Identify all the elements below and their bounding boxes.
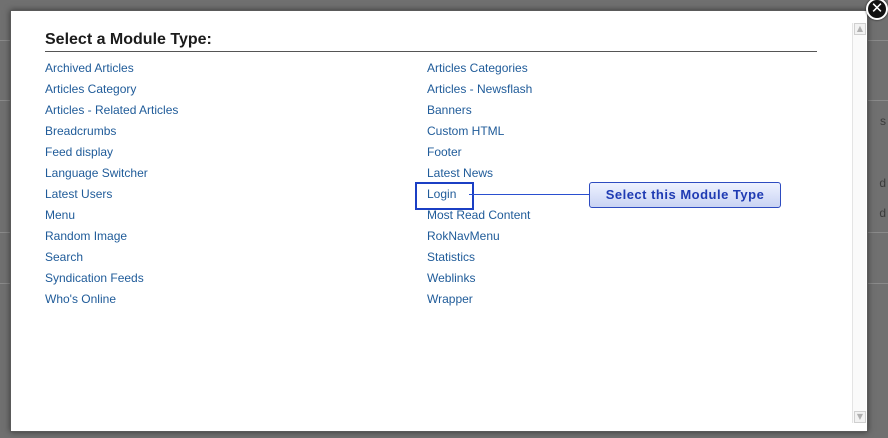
- module-link-banners[interactable]: Banners: [427, 104, 532, 125]
- module-link-feed-display[interactable]: Feed display: [45, 146, 178, 167]
- module-link-whos-online[interactable]: Who's Online: [45, 293, 178, 314]
- dialog-title: Select a Module Type:: [45, 31, 212, 48]
- module-link-weblinks[interactable]: Weblinks: [427, 272, 532, 293]
- module-link-articles-newsflash[interactable]: Articles - Newsflash: [427, 83, 532, 104]
- module-link-search[interactable]: Search: [45, 251, 178, 272]
- module-type-dialog: Select a Module Type: Archived Articles …: [10, 10, 868, 432]
- close-icon[interactable]: ✕: [866, 0, 888, 20]
- title-divider: [45, 51, 817, 52]
- scroll-up-arrow-icon[interactable]: ▲: [854, 23, 866, 35]
- module-link-language-switcher[interactable]: Language Switcher: [45, 167, 178, 188]
- module-link-random-image[interactable]: Random Image: [45, 230, 178, 251]
- annotation-connector-line: [469, 194, 589, 195]
- module-link-syndication-feeds[interactable]: Syndication Feeds: [45, 272, 178, 293]
- module-list-left: Archived Articles Articles Category Arti…: [45, 62, 178, 314]
- scroll-down-arrow-icon[interactable]: ▼: [854, 411, 866, 423]
- vertical-scrollbar[interactable]: ▲ ▼: [852, 23, 866, 423]
- module-link-breadcrumbs[interactable]: Breadcrumbs: [45, 125, 178, 146]
- module-link-statistics[interactable]: Statistics: [427, 251, 532, 272]
- module-link-latest-users[interactable]: Latest Users: [45, 188, 178, 209]
- module-link-articles-related-articles[interactable]: Articles - Related Articles: [45, 104, 178, 125]
- module-link-articles-category[interactable]: Articles Category: [45, 83, 178, 104]
- module-link-articles-categories[interactable]: Articles Categories: [427, 62, 532, 83]
- module-link-menu[interactable]: Menu: [45, 209, 178, 230]
- module-list-right: Articles Categories Articles - Newsflash…: [414, 62, 532, 314]
- background-text-fragment: d: [879, 206, 886, 220]
- module-link-most-read-content[interactable]: Most Read Content: [427, 209, 532, 230]
- module-link-archived-articles[interactable]: Archived Articles: [45, 62, 178, 83]
- module-link-login[interactable]: Login: [414, 182, 532, 210]
- module-link-custom-html[interactable]: Custom HTML: [427, 125, 532, 146]
- background-text-fragment: s: [880, 114, 886, 128]
- module-link-roknavmenu[interactable]: RokNavMenu: [427, 230, 532, 251]
- module-link-wrapper[interactable]: Wrapper: [427, 293, 532, 314]
- background-text-fragment: d: [879, 176, 886, 190]
- module-link-footer[interactable]: Footer: [427, 146, 532, 167]
- annotation-callout: Select this Module Type: [589, 182, 781, 208]
